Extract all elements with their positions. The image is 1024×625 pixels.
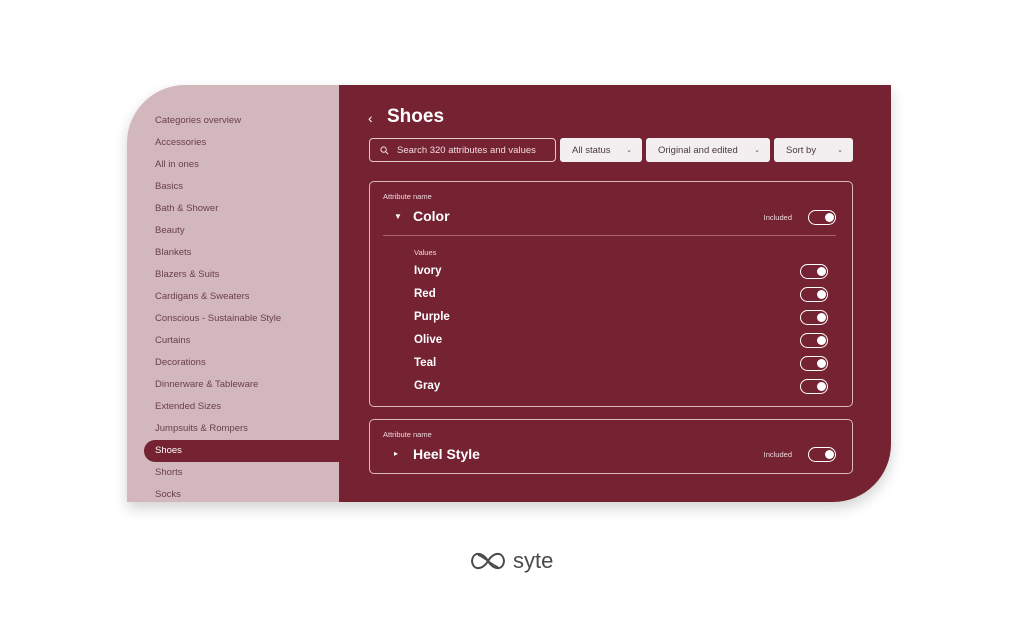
value-row: Gray bbox=[414, 376, 844, 399]
attribute-name: Heel Style bbox=[413, 446, 480, 462]
search-input[interactable] bbox=[397, 144, 547, 156]
sidebar-item-basics[interactable]: Basics bbox=[127, 176, 339, 198]
value-toggle[interactable] bbox=[800, 310, 828, 325]
attribute-name-label: Attribute name bbox=[383, 192, 432, 201]
value-row: Red bbox=[414, 284, 844, 307]
toggle-knob bbox=[816, 289, 826, 299]
sidebar-item-shorts[interactable]: Shorts bbox=[127, 462, 339, 484]
attribute-panel-color: Attribute name ▼ Color Included Values I… bbox=[369, 181, 853, 407]
attribute-panel-heel-style: Attribute name ▸ Heel Style Included bbox=[369, 419, 853, 474]
sidebar-item-blazers-suits[interactable]: Blazers & Suits bbox=[127, 264, 339, 286]
edit-filter-dropdown[interactable]: Original and edited ⌄ bbox=[646, 138, 770, 162]
sort-dropdown[interactable]: Sort by ⌄ bbox=[774, 138, 853, 162]
toggle-knob bbox=[824, 449, 834, 459]
sidebar-item-curtains[interactable]: Curtains bbox=[127, 330, 339, 352]
search-box[interactable] bbox=[369, 138, 556, 162]
edit-filter-label: Original and edited bbox=[658, 144, 738, 156]
chevron-left-icon[interactable]: ‹ bbox=[368, 110, 373, 126]
page-title: Shoes bbox=[387, 106, 445, 127]
value-toggle[interactable] bbox=[800, 287, 828, 302]
brand-name: syte bbox=[513, 548, 554, 573]
sidebar-item-extended-sizes[interactable]: Extended Sizes bbox=[127, 396, 339, 418]
included-label: Included bbox=[763, 450, 792, 459]
sidebar-item-conscious[interactable]: Conscious - Sustainable Style bbox=[127, 308, 339, 330]
sidebar-item-socks[interactable]: Socks bbox=[127, 484, 339, 502]
sidebar-item-categories-overview[interactable]: Categories overview bbox=[127, 110, 339, 132]
status-filter-dropdown[interactable]: All status ⌄ bbox=[560, 138, 642, 162]
sidebar-item-dinnerware[interactable]: Dinnerware & Tableware bbox=[127, 374, 339, 396]
sidebar-item-bath-shower[interactable]: Bath & Shower bbox=[127, 198, 339, 220]
included-label: Included bbox=[763, 213, 792, 222]
toggle-knob bbox=[816, 381, 826, 391]
value-row: Olive bbox=[414, 330, 844, 353]
sidebar-item-jumpsuits[interactable]: Jumpsuits & Rompers bbox=[127, 418, 339, 440]
value-row: Teal bbox=[414, 353, 844, 376]
sidebar-item-beauty[interactable]: Beauty bbox=[127, 220, 339, 242]
chevron-down-icon: ⌄ bbox=[837, 147, 843, 154]
caret-right-icon[interactable]: ▸ bbox=[394, 449, 398, 458]
chevron-down-icon: ⌄ bbox=[754, 147, 760, 154]
value-row: Purple bbox=[414, 307, 844, 330]
toggle-knob bbox=[816, 312, 826, 322]
values-label: Values bbox=[414, 248, 437, 257]
main-content: ‹ Shoes All status ⌄ Original and edited… bbox=[339, 85, 891, 502]
category-sidebar: Categories overview Accessories All in o… bbox=[127, 85, 339, 502]
value-toggle[interactable] bbox=[800, 333, 828, 348]
value-row: Ivory bbox=[414, 261, 844, 284]
value-name: Gray bbox=[414, 380, 441, 392]
toggle-knob bbox=[824, 212, 834, 222]
value-toggle[interactable] bbox=[800, 379, 828, 394]
divider bbox=[383, 235, 836, 236]
value-name: Olive bbox=[414, 334, 443, 346]
search-icon bbox=[380, 145, 389, 154]
sidebar-item-blankets[interactable]: Blankets bbox=[127, 242, 339, 264]
value-name: Purple bbox=[414, 311, 450, 323]
included-toggle[interactable] bbox=[808, 447, 836, 462]
toggle-knob bbox=[816, 335, 826, 345]
sort-label: Sort by bbox=[786, 144, 817, 156]
sidebar-item-all-in-ones[interactable]: All in ones bbox=[127, 154, 339, 176]
included-toggle[interactable] bbox=[808, 210, 836, 225]
value-toggle[interactable] bbox=[800, 264, 828, 279]
value-name: Red bbox=[414, 288, 436, 300]
syte-logo: syte bbox=[469, 548, 553, 574]
syte-logo-icon bbox=[470, 552, 506, 570]
caret-down-icon[interactable]: ▼ bbox=[394, 212, 402, 221]
chevron-down-icon: ⌄ bbox=[626, 147, 632, 154]
value-name: Teal bbox=[414, 357, 437, 369]
attribute-name-label: Attribute name bbox=[383, 430, 432, 439]
value-name: Ivory bbox=[414, 265, 442, 277]
sidebar-item-decorations[interactable]: Decorations bbox=[127, 352, 339, 374]
sidebar-item-accessories[interactable]: Accessories bbox=[127, 132, 339, 154]
attribute-name: Color bbox=[413, 208, 450, 224]
value-toggle[interactable] bbox=[800, 356, 828, 371]
toggle-knob bbox=[816, 266, 826, 276]
app-window: Categories overview Accessories All in o… bbox=[127, 85, 891, 502]
sidebar-item-shoes[interactable]: Shoes bbox=[144, 440, 339, 462]
toggle-knob bbox=[816, 358, 826, 368]
status-filter-label: All status bbox=[572, 144, 611, 156]
sidebar-item-cardigans-sweaters[interactable]: Cardigans & Sweaters bbox=[127, 286, 339, 308]
